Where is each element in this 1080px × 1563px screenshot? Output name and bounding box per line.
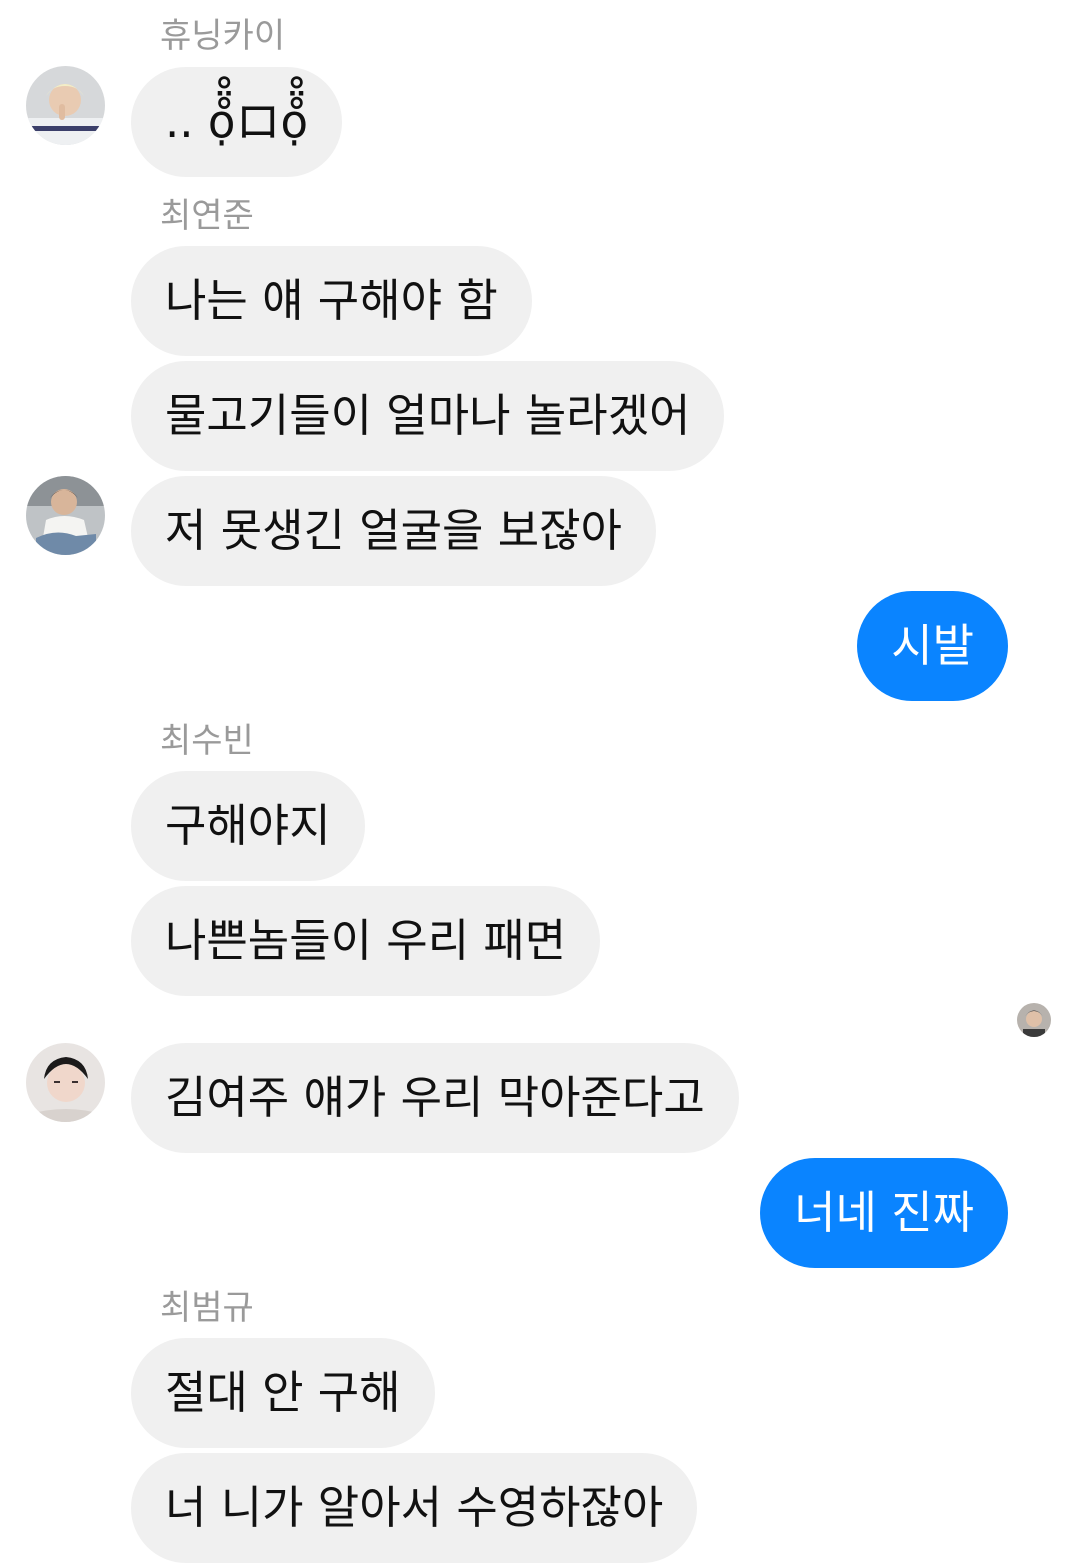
message-bubble[interactable]: 나는 얘 구해야 함 — [131, 246, 532, 356]
outgoing-message-bubble[interactable]: 시발 — [857, 591, 1008, 701]
message-bubble[interactable]: .. ọ̊̈̊ロọ̊̈̊ — [131, 67, 342, 177]
avatar-photo — [26, 476, 105, 555]
message-bubble[interactable]: 절대 안 구해 — [131, 1338, 435, 1448]
sender-name: 최수빈 — [160, 721, 254, 761]
outgoing-message-bubble[interactable]: 너네 진짜 — [760, 1158, 1008, 1268]
avatar-photo — [26, 1043, 105, 1122]
sender-name: 휴닝카이 — [160, 16, 286, 56]
chat-thread[interactable]: 휴닝카이 .. ọ̊̈̊ロọ̊̈̊ 최연준 나는 얘 구해야 함 물고기들이 얼… — [0, 0, 1080, 1563]
avatar-photo — [26, 66, 105, 145]
avatar[interactable] — [26, 66, 105, 145]
message-bubble[interactable]: 물고기들이 얼마나 놀라겠어 — [131, 361, 725, 471]
message-bubble[interactable]: 너 니가 알아서 수영하잖아 — [131, 1453, 698, 1563]
message-bubble[interactable]: 나쁜놈들이 우리 패면 — [131, 886, 601, 996]
sender-name: 최연준 — [160, 196, 254, 236]
message-bubble[interactable]: 김여주 얘가 우리 막아준다고 — [131, 1043, 739, 1153]
message-bubble[interactable]: 구해야지 — [131, 771, 365, 881]
avatar[interactable] — [26, 1043, 105, 1122]
message-bubble[interactable]: 저 못생긴 얼굴을 보잖아 — [131, 476, 656, 586]
avatar[interactable] — [26, 476, 105, 555]
sender-name: 최범규 — [160, 1288, 254, 1328]
read-receipt-avatar — [1017, 1003, 1051, 1037]
